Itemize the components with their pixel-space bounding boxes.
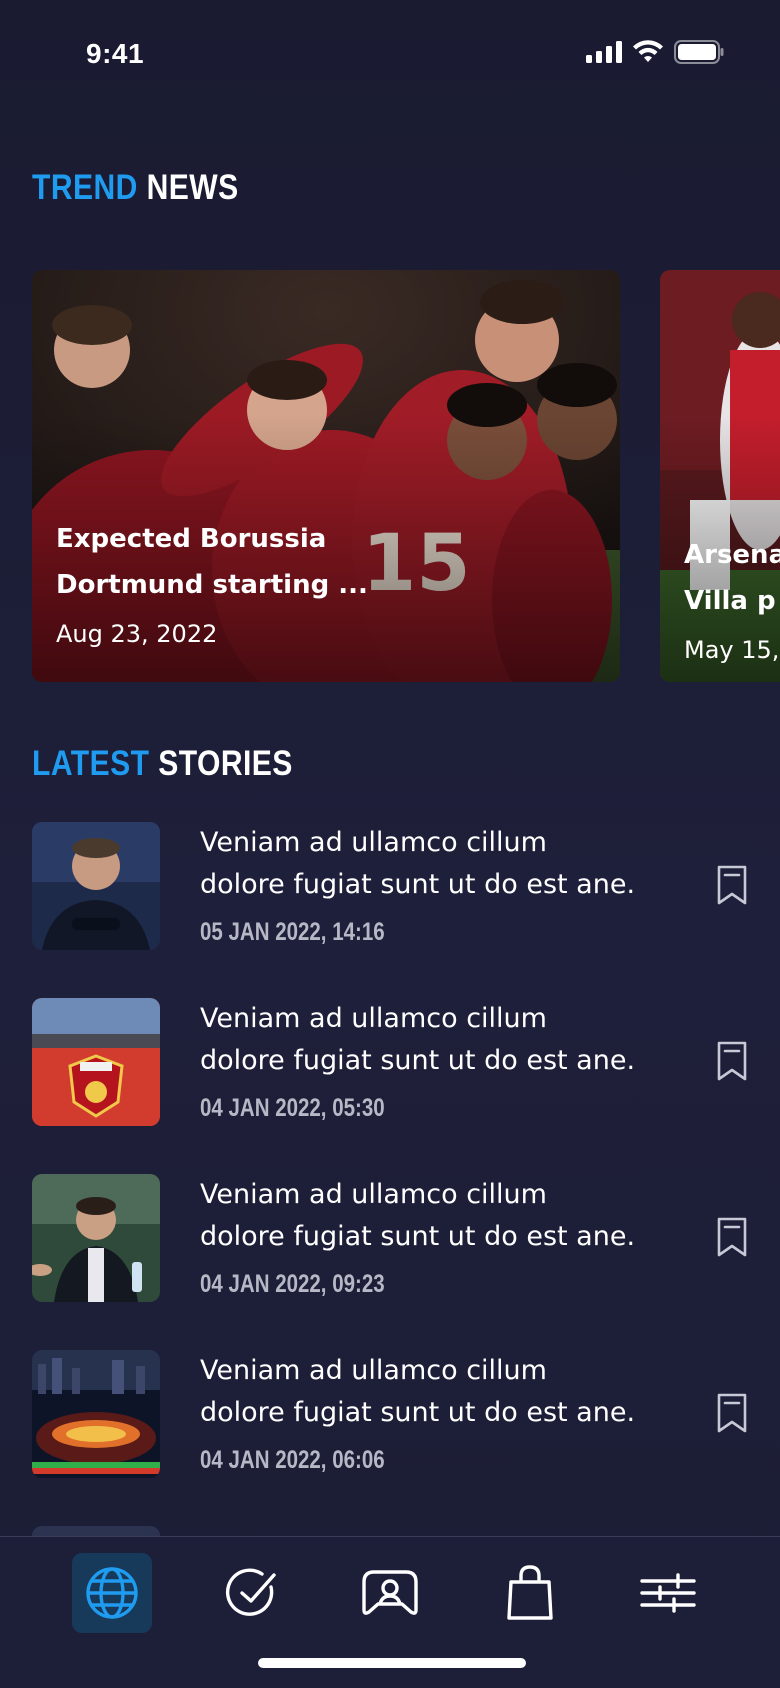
story-thumbnail (32, 1174, 160, 1302)
trend-carousel[interactable]: 15 Expected Borussia Dortmund starting .… (0, 270, 780, 682)
story-headline: Veniam ad ullamco cillum dolore fugiat s… (200, 827, 636, 900)
bookmark-icon[interactable] (714, 864, 750, 906)
story-thumbnail (32, 1350, 160, 1478)
latest-heading-rest: STORIES (158, 744, 293, 783)
tab-scores[interactable] (212, 1553, 292, 1633)
latest-stories-heading: LATEST STORIES (32, 744, 293, 784)
status-bar: 9:41 (0, 0, 780, 108)
story-item[interactable]: Veniam ad ullamco cillum dolore fugiat s… (32, 998, 752, 1128)
story-item[interactable]: Veniam ad ullamco cillum dolore fugiat s… (32, 1174, 752, 1304)
story-item[interactable]: Veniam ad ullamco cillum dolore fugiat s… (32, 822, 752, 952)
story-timestamp: 04 JAN 2022, 05:30 (200, 1094, 385, 1122)
latest-heading-accent: LATEST (32, 744, 150, 783)
story-thumbnail (32, 998, 160, 1126)
story-timestamp: 04 JAN 2022, 06:06 (200, 1446, 385, 1474)
status-time: 9:41 (86, 38, 145, 69)
check-circle-icon (226, 1568, 276, 1616)
trend-card-date: Aug 23, 2022 (56, 620, 218, 648)
story-item[interactable]: Veniam ad ullamco cillum dolore fugiat s… (32, 1350, 752, 1480)
story-thumbnail (32, 822, 160, 950)
trend-heading-rest: NEWS (146, 168, 239, 207)
trend-card-title: Expected Borussia Dortmund starting ... (56, 524, 368, 600)
trend-card-date: May 15, (684, 636, 780, 664)
story-timestamp: 05 JAN 2022, 14:16 (200, 918, 385, 946)
wifi-icon (633, 40, 663, 62)
sliders-icon (640, 1573, 696, 1613)
story-headline: Veniam ad ullamco cillum dolore fugiat s… (200, 1355, 636, 1428)
trend-card[interactable]: Arsena Villa p May 15, (660, 270, 780, 682)
tab-shop[interactable] (490, 1553, 570, 1633)
trend-news-heading: TREND NEWS (32, 168, 239, 208)
story-timestamp: 04 JAN 2022, 09:23 (200, 1270, 385, 1298)
signal-icon (586, 41, 622, 63)
status-icons (586, 40, 724, 64)
story-headline: Veniam ad ullamco cillum dolore fugiat s… (200, 1179, 636, 1252)
tab-news[interactable] (72, 1553, 152, 1633)
news-screen: 9:41 TREND NEWS Expected Borussia Dortmu… (0, 0, 780, 1688)
bookmark-icon[interactable] (714, 1392, 750, 1434)
battery-icon (674, 40, 724, 64)
gamepad-icon (362, 1570, 418, 1615)
shopping-bag-icon (507, 1565, 553, 1620)
bookmark-icon[interactable] (714, 1216, 750, 1258)
trend-card[interactable]: 15 Expected Borussia Dortmund starting .… (32, 270, 620, 682)
tab-games[interactable] (350, 1553, 430, 1633)
bookmark-icon[interactable] (714, 1040, 750, 1082)
tab-settings[interactable] (628, 1553, 708, 1633)
story-headline: Veniam ad ullamco cillum dolore fugiat s… (200, 1003, 636, 1076)
trend-card-title: Arsena Villa p (684, 540, 780, 616)
globe-icon (86, 1567, 138, 1619)
home-indicator (258, 1658, 526, 1668)
trend-heading-accent: TREND (32, 168, 138, 207)
